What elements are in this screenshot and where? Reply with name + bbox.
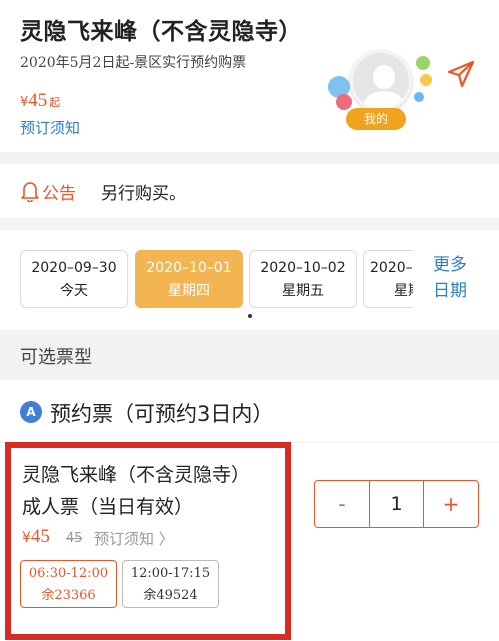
decor-blob	[420, 74, 432, 86]
booking-notice-link[interactable]: 预订须知	[20, 117, 80, 138]
starting-price: ¥45 起	[20, 90, 60, 112]
my-account-entry[interactable]: 我的	[328, 46, 438, 136]
date-card-2[interactable]: 2020–10–02 星期五	[249, 250, 357, 308]
booking-icon: A	[20, 401, 42, 423]
ticket-section: A 预约票（可预约3日内） 灵隐飞来峰（不含灵隐寺） 成人票（当日有效） ¥45…	[0, 380, 499, 641]
increment-button[interactable]: +	[424, 481, 478, 527]
weekday-label: 星期四	[168, 283, 210, 299]
decor-blob	[414, 92, 424, 102]
date-card-0[interactable]: 2020–09–30 今天	[20, 250, 128, 308]
announcement-label: 公告	[42, 184, 76, 204]
header: 灵隐飞来峰（不含灵隐寺） 2020年5月2日起-景区实行预约购票 ¥45 起 预订…	[0, 0, 499, 152]
weekday-label: 星期五	[282, 283, 324, 299]
bell-icon	[21, 182, 39, 202]
page-subtitle: 2020年5月2日起-景区实行预约购票	[20, 55, 247, 71]
price-suffix: 起	[49, 96, 61, 109]
mine-badge[interactable]: 我的	[346, 108, 406, 130]
avatar-head	[373, 65, 395, 89]
date-card-1[interactable]: 2020–10–01 星期四	[135, 250, 243, 308]
price-value: 45	[28, 90, 48, 111]
decor-blob	[416, 56, 430, 70]
quantity-stepper[interactable]: - 1 +	[314, 480, 479, 528]
weekday-label: 今天	[60, 283, 88, 299]
date-label: 2020–10–02	[260, 260, 346, 276]
weekday-label: 星期六	[394, 283, 413, 299]
decrement-button[interactable]: -	[315, 481, 369, 527]
page-title: 灵隐飞来峰（不含灵隐寺）	[20, 19, 302, 45]
highlight-box	[5, 442, 291, 640]
date-selector: 2020–09–30 今天 2020–10–01 星期四 2020–10–02 …	[0, 230, 499, 330]
send-icon[interactable]	[445, 58, 477, 90]
date-card-3[interactable]: 2020–10–03 星期六	[363, 250, 413, 308]
date-label: 2020–10–01	[146, 260, 232, 276]
quantity-value[interactable]: 1	[369, 481, 424, 527]
scroll-indicator	[248, 314, 252, 318]
avatar[interactable]	[350, 50, 412, 112]
decor-blob	[336, 94, 352, 110]
more-dates-button[interactable]: 更多日期	[433, 252, 473, 304]
announcement-text: 另行购买。	[101, 184, 186, 204]
announcement-bar: 公告 另行购买。	[0, 164, 499, 218]
date-label: 2020–09–30	[31, 260, 117, 276]
date-label: 2020–10–03	[370, 260, 413, 276]
booking-label: 预约票（可预约3日内）	[50, 402, 274, 426]
ticket-type-heading: 可选票型	[20, 347, 92, 368]
